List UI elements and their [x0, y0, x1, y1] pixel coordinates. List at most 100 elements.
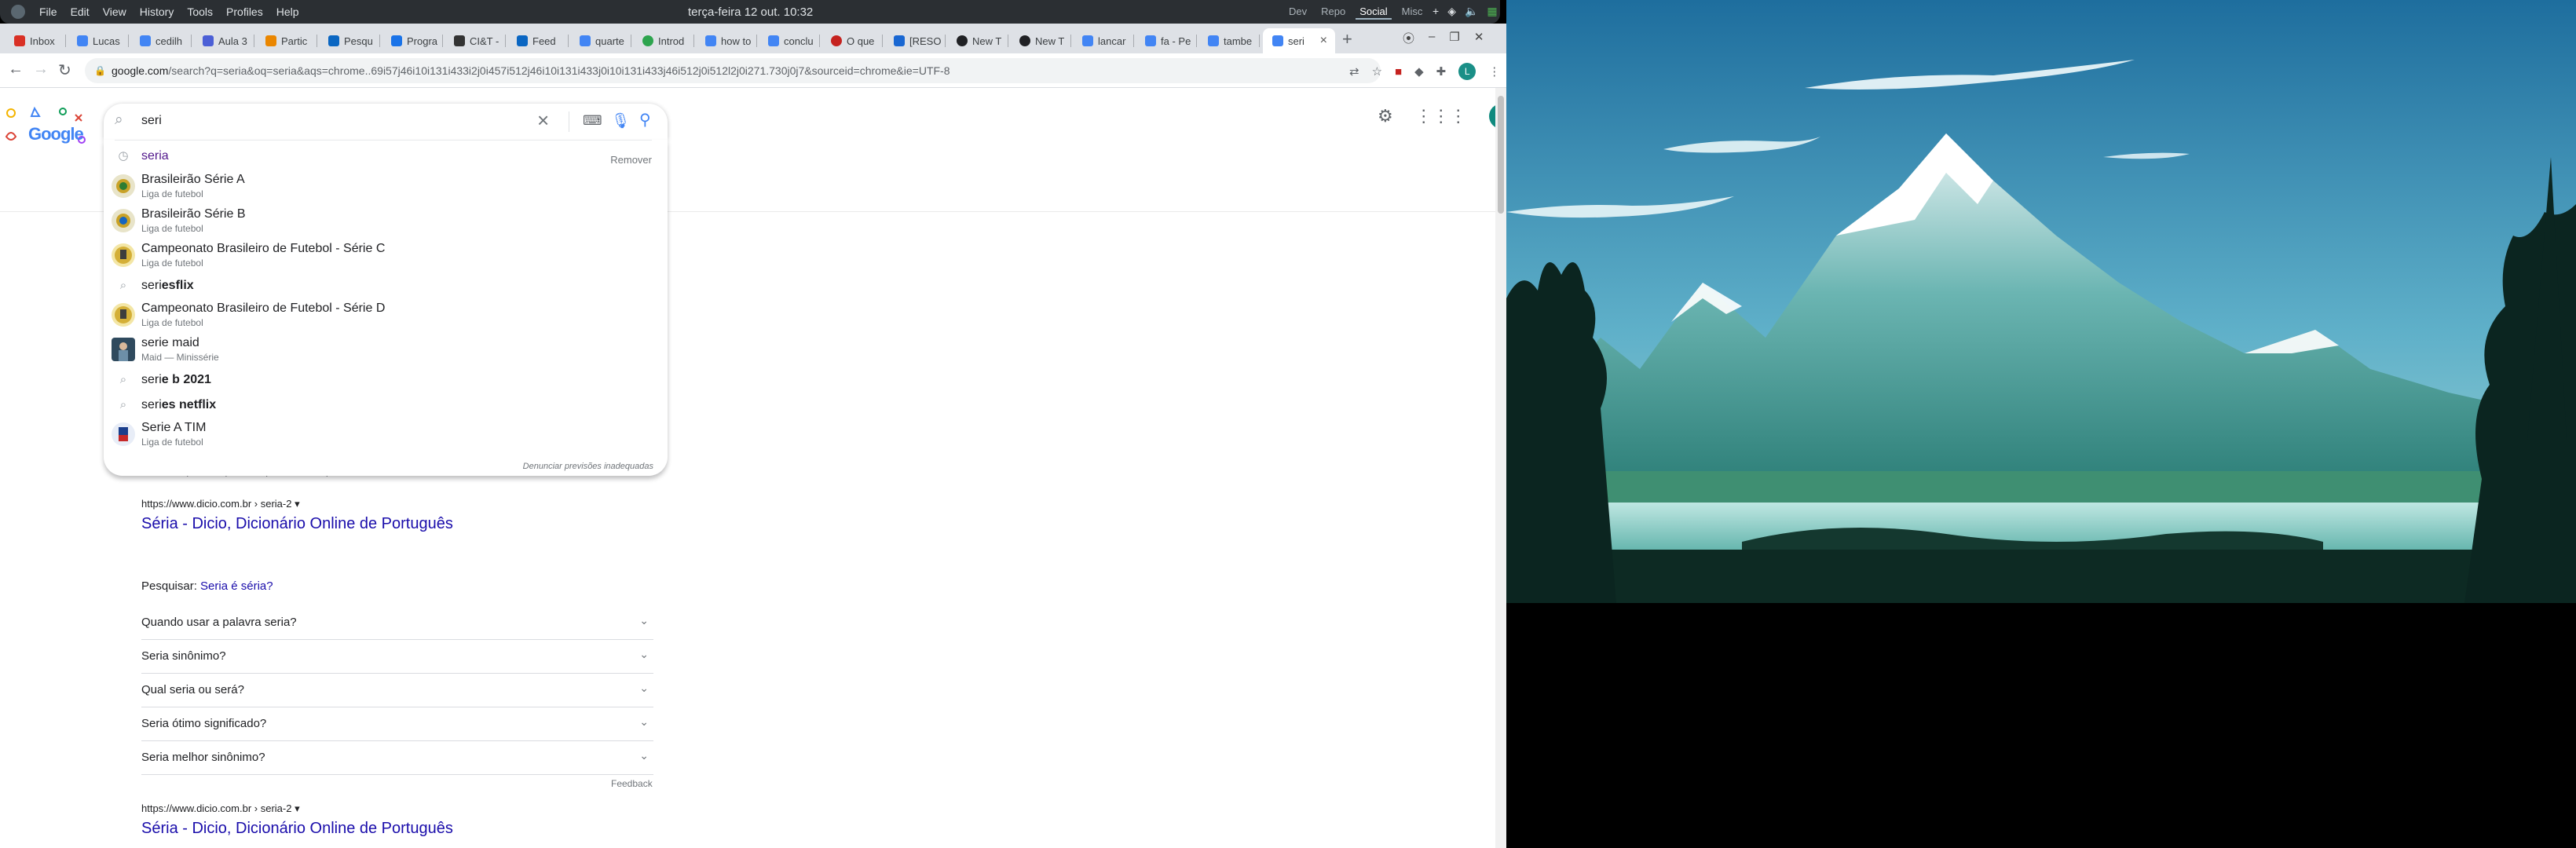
settings-gear-icon[interactable]: ⚙	[1378, 106, 1393, 126]
trophy-logo-icon	[112, 243, 135, 267]
close-tab-icon[interactable]: ×	[1320, 34, 1327, 48]
suggestion-serie-c[interactable]: Campeonato Brasileiro de Futebol - Série…	[104, 239, 668, 273]
extension-red-icon[interactable]: ■	[1395, 65, 1402, 79]
paa-question-4[interactable]: Seria ótimo significado? ⌄	[141, 707, 653, 741]
search-input[interactable]: seri	[141, 114, 162, 128]
minimize-icon[interactable]: –	[1429, 30, 1435, 46]
tab-reso[interactable]: [RESO	[884, 28, 946, 53]
suggestion-series-netflix[interactable]: ⌕ series netflix	[104, 393, 668, 418]
tab-label: O que	[847, 35, 875, 47]
tab-cedilha[interactable]: cedilh	[130, 28, 192, 53]
paa-question-3[interactable]: Qual seria ou será? ⌄	[141, 674, 653, 707]
tab-o-que[interactable]: O que	[821, 28, 883, 53]
result-cite[interactable]: https://www.dicio.com.br › seria-2 ▾	[141, 802, 453, 815]
google-favicon-icon	[580, 35, 591, 46]
apps-grid-icon[interactable]: ▦	[1487, 5, 1497, 18]
suggestion-brasileirao-serie-b[interactable]: Brasileirão Série B Liga de futebol	[104, 204, 668, 239]
tab-label: how to	[721, 35, 752, 47]
google-favicon-icon	[1208, 35, 1219, 46]
new-tab-button[interactable]: +	[1342, 29, 1352, 49]
tab-pesqu[interactable]: Pesqu	[319, 28, 380, 53]
suggestion-serie-d[interactable]: Campeonato Brasileiro de Futebol - Série…	[104, 298, 668, 333]
tab-introd[interactable]: Introd	[633, 28, 694, 53]
suggestion-serie-maid[interactable]: serie maid Maid — Minissérie	[104, 333, 668, 367]
clear-search-icon[interactable]: ×	[537, 108, 549, 133]
restore-icon[interactable]: ❐	[1449, 30, 1459, 46]
profile-avatar[interactable]: L	[1458, 63, 1476, 80]
league-logo-icon	[112, 174, 135, 198]
page-scrollbar[interactable]	[1495, 88, 1506, 848]
tab-conclu[interactable]: conclu	[759, 28, 820, 53]
lock-icon[interactable]: 🔒	[94, 58, 106, 83]
tab-new-tab-1[interactable]: New T	[947, 28, 1008, 53]
clock[interactable]: terça-feira 12 out. 10:32	[688, 5, 813, 19]
suggestion-serie-a-tim[interactable]: Serie A TIM Liga de futebol	[104, 418, 668, 452]
bookmark-star-icon[interactable]: ☆	[1372, 64, 1382, 79]
search-submit-icon[interactable]: ⚲	[639, 110, 651, 130]
tab-aula3[interactable]: Aula 3	[193, 28, 254, 53]
tab-search-icon[interactable]: ⦿	[1403, 30, 1414, 46]
menu-edit[interactable]: Edit	[71, 5, 90, 18]
paa-question-2[interactable]: Seria sinônimo? ⌄	[141, 640, 653, 674]
network-icon[interactable]: ◈	[1447, 5, 1456, 18]
tab-ciandt[interactable]: CI&T -	[445, 28, 506, 53]
desktop-black-area	[1506, 603, 2576, 848]
google-doodle-logo[interactable]: Google	[0, 104, 94, 149]
address-bar[interactable]: 🔒 google.com/search?q=seria&oq=seria&aqs…	[85, 58, 1381, 83]
translate-icon[interactable]: ⇄	[1349, 64, 1359, 79]
tab-lucas[interactable]: Lucas	[68, 28, 129, 53]
result-title-link[interactable]: Séria - Dicio, Dicionário Online de Port…	[141, 820, 453, 838]
forward-icon[interactable]: →	[33, 60, 49, 79]
tab-how-to[interactable]: how to	[696, 28, 757, 53]
search-box[interactable]: ⌕ seri × ⌨ 🎙 ⚲	[104, 104, 668, 140]
result-title-link[interactable]: Séria - Dicio, Dicionário Online de Port…	[141, 515, 453, 533]
add-workspace-icon[interactable]: +	[1433, 5, 1439, 18]
tab-feed[interactable]: Feed	[507, 28, 569, 53]
workspace-dev[interactable]: Dev	[1285, 5, 1311, 20]
paa-question-1[interactable]: Quando usar a palavra seria? ⌄	[141, 606, 653, 640]
menu-tools[interactable]: Tools	[187, 5, 213, 18]
suggestion-serie-b-2021[interactable]: ⌕ serie b 2021	[104, 367, 668, 393]
reload-icon[interactable]: ↻	[58, 60, 71, 80]
tab-quarte[interactable]: quarte	[570, 28, 631, 53]
workspace-misc[interactable]: Misc	[1398, 5, 1427, 20]
result-cite[interactable]: https://www.dicio.com.br › seria-2 ▾	[141, 498, 453, 510]
report-predictions-link[interactable]: Denunciar previsões inadequadas	[523, 462, 653, 471]
keyboard-icon[interactable]: ⌨	[583, 113, 602, 129]
tab-seri-active[interactable]: seri ×	[1263, 28, 1335, 53]
suggestion-brasileirao-serie-a[interactable]: Brasileirão Série A Liga de futebol	[104, 170, 668, 204]
close-window-icon[interactable]: ✕	[1474, 30, 1484, 46]
extensions-puzzle-icon[interactable]: ✚	[1436, 64, 1447, 79]
microphone-icon[interactable]: 🎙	[611, 111, 630, 130]
google-apps-icon[interactable]: ⋮⋮⋮	[1415, 106, 1467, 126]
remove-history-button[interactable]: Remover	[610, 154, 652, 166]
suggestion-seriesflix[interactable]: ⌕ seriesflix	[104, 273, 668, 298]
scrollbar-thumb[interactable]	[1498, 96, 1504, 214]
tab-fa-pe[interactable]: fa - Pe	[1136, 28, 1197, 53]
tab-progra[interactable]: Progra	[382, 28, 443, 53]
menu-help[interactable]: Help	[276, 5, 299, 18]
paa-question-5[interactable]: Seria melhor sinônimo? ⌄	[141, 741, 653, 775]
suggestion-history[interactable]: ◷ seria Remover	[104, 144, 668, 168]
tab-tambe[interactable]: tambe	[1198, 28, 1260, 53]
tab-new-tab-2[interactable]: New T	[1010, 28, 1071, 53]
distro-logo-icon[interactable]	[11, 5, 25, 19]
feedback-link[interactable]: Feedback	[611, 778, 653, 789]
extension-dark-icon[interactable]: ◆	[1414, 64, 1424, 79]
menu-file[interactable]: File	[39, 5, 57, 18]
browser-menu-icon[interactable]: ⋮	[1488, 64, 1500, 79]
menu-view[interactable]: View	[103, 5, 126, 18]
tab-label: Introd	[658, 35, 685, 47]
google-results-page: Google ⌕ seri × ⌨ 🎙 ⚲ ⚙ ⋮⋮⋮ L valorosa, …	[0, 88, 1506, 848]
search-for-link[interactable]: Seria é séria?	[200, 579, 273, 593]
workspace-repo[interactable]: Repo	[1317, 5, 1349, 20]
chevron-down-icon: ⌄	[639, 715, 649, 728]
volume-icon[interactable]: 🔈	[1465, 5, 1478, 18]
tab-lancar[interactable]: lancar	[1073, 28, 1134, 53]
tab-inbox[interactable]: Inbox	[5, 28, 66, 53]
back-icon[interactable]: ←	[8, 60, 24, 79]
menu-profiles[interactable]: Profiles	[226, 5, 263, 18]
workspace-social[interactable]: Social	[1356, 5, 1392, 20]
tab-partic[interactable]: Partic	[256, 28, 317, 53]
menu-history[interactable]: History	[140, 5, 174, 18]
